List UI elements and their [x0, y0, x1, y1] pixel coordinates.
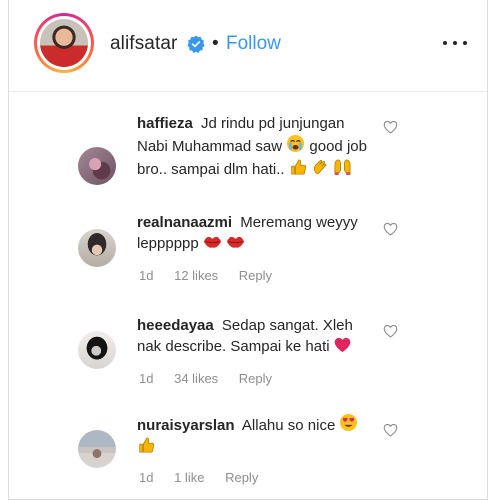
comment-meta: 1d 12 likes Reply [139, 268, 289, 283]
comment-meta: 1d 1 like Reply [139, 470, 275, 485]
post-header: alifsatar • Follow [9, 0, 487, 92]
comment-likes[interactable]: 1 like [174, 470, 204, 485]
like-heart-icon[interactable] [383, 423, 398, 437]
comment-username[interactable]: heeedayaa [137, 317, 214, 334]
commenter-avatar[interactable] [78, 430, 116, 468]
comment-time[interactable]: 1d [139, 268, 153, 283]
follow-button[interactable]: Follow [226, 33, 281, 55]
comment-text: heeedayaa Sedap sangat. Xleh nak describ… [137, 317, 353, 355]
like-heart-icon[interactable] [383, 120, 398, 134]
commenter-avatar[interactable] [78, 229, 116, 267]
comment-text: realnanaazmi Meremang weyyy lepppppp [137, 214, 358, 252]
post-comments-panel: alifsatar • Follow haffieza Jd rindu pd … [8, 0, 488, 500]
profile-avatar[interactable] [34, 13, 94, 73]
heart-eyes-face-emoji-icon [340, 413, 358, 432]
reply-button[interactable]: Reply [239, 371, 272, 386]
comment-text: nuraisyarslan Allahu so nice [137, 413, 377, 458]
separator-dot: • [212, 33, 219, 54]
comment-meta: 1d 34 likes Reply [139, 371, 289, 386]
reply-button[interactable]: Reply [225, 470, 258, 485]
raising-hands-emoji-icon [334, 159, 351, 176]
comment-time[interactable]: 1d [139, 470, 153, 485]
thumbs-up-emoji-icon [139, 437, 155, 453]
post-username[interactable]: alifsatar [110, 33, 177, 55]
reply-button[interactable]: Reply [239, 268, 272, 283]
more-options-icon[interactable] [443, 38, 467, 48]
comment-username[interactable]: realnanaazmi [137, 214, 232, 231]
comment-text: haffieza Jd rindu pd junjungan Nabi Muha… [137, 115, 367, 178]
like-heart-icon[interactable] [383, 222, 398, 236]
like-heart-icon[interactable] [383, 324, 398, 338]
comment-username[interactable]: nuraisyarslan [137, 417, 235, 434]
comment-likes[interactable]: 34 likes [174, 371, 218, 386]
verified-badge-icon [187, 35, 205, 53]
commenter-avatar[interactable] [78, 331, 116, 369]
red-heart-emoji-icon [334, 337, 351, 353]
crying-face-emoji-icon [287, 134, 305, 153]
commenter-avatar[interactable] [78, 147, 116, 185]
kiss-lips-emoji-icon [203, 236, 222, 248]
comment-username[interactable]: haffieza [137, 115, 193, 132]
clapping-hands-emoji-icon [313, 159, 327, 174]
comment-likes[interactable]: 12 likes [174, 268, 218, 283]
kiss-lips-emoji-icon [226, 236, 245, 248]
comment-time[interactable]: 1d [139, 371, 153, 386]
thumbs-up-emoji-icon [291, 159, 306, 175]
profile-photo [40, 19, 88, 67]
